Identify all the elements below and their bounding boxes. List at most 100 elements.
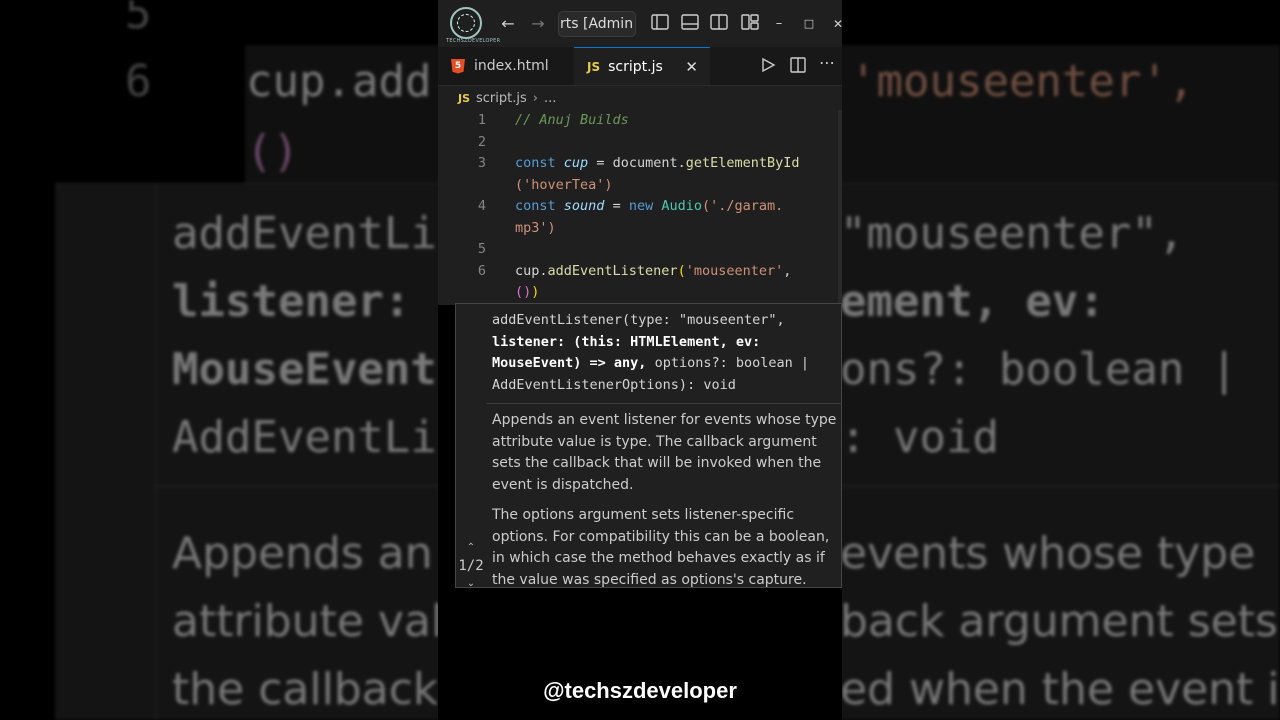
code-object: cup. — [515, 262, 548, 279]
overload-pager: ⌃ 1/2 ⌄ — [456, 540, 486, 592]
bg-code-text: cup.add — [246, 56, 432, 107]
code-string: ('./garam. — [702, 198, 784, 214]
code-line-wrap: ('hoverTea') — [438, 175, 842, 196]
code-line: 2 — [438, 132, 842, 153]
hover-divider — [486, 403, 842, 404]
minimize-icon[interactable]: – — [769, 14, 789, 34]
toggle-secondary-sidebar-icon[interactable] — [709, 14, 729, 34]
close-window-icon[interactable]: ✕ — [828, 14, 842, 34]
code-operator: = — [612, 198, 621, 214]
code-variable: cup — [563, 155, 589, 171]
code-object: document. — [612, 155, 686, 171]
code-function: getElementById — [685, 155, 800, 171]
breadcrumb-file[interactable]: script.js — [476, 91, 527, 106]
bg-hover-text: listener: — [172, 276, 411, 327]
line-number: 6 — [477, 262, 486, 279]
maximize-icon[interactable]: □ — [799, 14, 819, 34]
signature-active-param: MouseEvent) => any, — [492, 355, 647, 371]
bg-hover-text: ement, ev: — [840, 276, 1105, 327]
code-line-wrap: mp3') — [438, 218, 842, 239]
tab-script-js[interactable]: JS script.js ✕ — [574, 47, 710, 85]
line-number: 5 — [477, 241, 486, 257]
code-line: 5 — [438, 239, 842, 260]
doc-paragraph: Appends an event listener for events who… — [492, 412, 837, 493]
code-class: Audio — [661, 198, 703, 214]
code-bracket: () — [515, 284, 532, 300]
tab-label: script.js — [608, 58, 663, 75]
chevron-down-icon[interactable]: ⌄ — [456, 576, 486, 592]
customize-layout-icon[interactable] — [740, 14, 760, 34]
js-icon: JS — [587, 59, 601, 74]
bg-hover-text: addEventLi — [172, 208, 437, 259]
bg-hover-text: "mouseenter", — [840, 208, 1185, 259]
code-keyword: new — [628, 198, 654, 214]
html5-icon: 5 — [451, 58, 465, 74]
overload-counter: 1/2 — [458, 558, 484, 574]
bg-code-text: 'mouseenter', — [850, 56, 1195, 107]
signature-line: addEventListener(type: "mouseenter", — [492, 312, 785, 328]
code-editor[interactable]: 1 // Anuj Builds 2 3 const cup = documen… — [438, 110, 842, 305]
channel-logo-icon — [450, 7, 482, 39]
bg-hover-gutter — [155, 183, 157, 720]
channel-watermark: @techszdeveloper — [543, 678, 737, 703]
tab-index-html[interactable]: 5 index.html — [438, 47, 574, 85]
bg-doc-text: attribute val — [172, 596, 444, 647]
run-icon[interactable] — [760, 57, 776, 77]
bg-hover-text: : void — [840, 412, 999, 463]
code-bracket: ( — [677, 262, 686, 279]
editor-tabs: 5 index.html JS script.js ✕ ⋯ — [438, 47, 842, 86]
code-keyword: const — [515, 198, 556, 214]
code-line: 3 const cup = document.getElementById — [438, 153, 842, 174]
code-function: addEventListener — [547, 262, 678, 279]
signature-line: AddEventListenerOptions): void — [492, 376, 736, 393]
line-number: 2 — [477, 133, 486, 150]
code-comma: , — [783, 262, 792, 279]
code-line: 1 // Anuj Builds — [438, 110, 842, 131]
code-string: ('hoverTea') — [515, 176, 613, 193]
breadcrumb: JS script.js › ... — [438, 86, 842, 110]
code-line: 6 cup.addEventListener('mouseenter', — [438, 261, 842, 282]
function-signature: addEventListener(type: "mouseenter", lis… — [492, 310, 842, 396]
code-string: 'mouseenter' — [685, 262, 784, 279]
code-line-wrap: ()) — [438, 282, 842, 303]
forward-arrow-icon[interactable]: → — [528, 14, 548, 34]
back-arrow-icon[interactable]: ← — [498, 14, 518, 34]
bg-doc-text: Appends an — [172, 528, 433, 579]
more-actions-icon[interactable]: ⋯ — [819, 53, 835, 72]
signature-line: options?: boolean | — [646, 355, 809, 371]
bg-line-number: 5 — [125, 0, 152, 39]
bg-doc-text: back argument sets — [840, 596, 1278, 647]
toggle-panel-icon[interactable] — [680, 14, 700, 34]
code-variable: sound — [563, 198, 605, 214]
chevron-up-icon[interactable]: ⌃ — [456, 540, 486, 556]
tab-label: index.html — [474, 58, 549, 74]
code-line: 4 const sound = new Audio('./garam. — [438, 196, 842, 217]
bg-hover-text: AddEventLi — [172, 412, 437, 463]
code-string: mp3') — [515, 219, 556, 236]
bg-doc-text: events whose type — [840, 528, 1256, 579]
breadcrumb-separator: › — [532, 90, 538, 106]
close-tab-icon[interactable]: ✕ — [685, 58, 698, 76]
split-editor-icon[interactable] — [790, 57, 806, 77]
code-keyword: const — [515, 155, 556, 171]
editor-scrollbar[interactable] — [838, 110, 842, 305]
editor-window: TECHSZDEVELOPER ← → rts [Admini – □ ✕ 5 … — [438, 0, 842, 720]
window-title: rts [Admini — [560, 16, 634, 32]
code-bracket: ) — [531, 284, 540, 300]
signature-active-param: listener: (this: HTMLElement, ev: — [492, 333, 761, 350]
bg-code-text: () — [246, 126, 299, 177]
line-number: 1 — [477, 112, 486, 128]
doc-paragraph: The options argument sets listener-speci… — [492, 507, 830, 588]
bg-line-number: 6 — [125, 56, 152, 107]
logo-caption: TECHSZDEVELOPER — [446, 38, 501, 44]
title-bar: TECHSZDEVELOPER ← → rts [Admini – □ ✕ — [438, 0, 842, 47]
line-number: 3 — [477, 155, 486, 171]
line-number: 4 — [477, 198, 486, 214]
code-comment: // Anuj Builds — [515, 112, 629, 128]
breadcrumb-more[interactable]: ... — [544, 91, 556, 106]
toggle-primary-sidebar-icon[interactable] — [650, 14, 670, 34]
parameter-hints-popup: addEventListener(type: "mouseenter", lis… — [455, 303, 842, 589]
bg-hover-text: ons?: boolean | — [840, 344, 1238, 395]
js-icon: JS — [458, 91, 471, 105]
code-operator: = — [596, 155, 605, 171]
